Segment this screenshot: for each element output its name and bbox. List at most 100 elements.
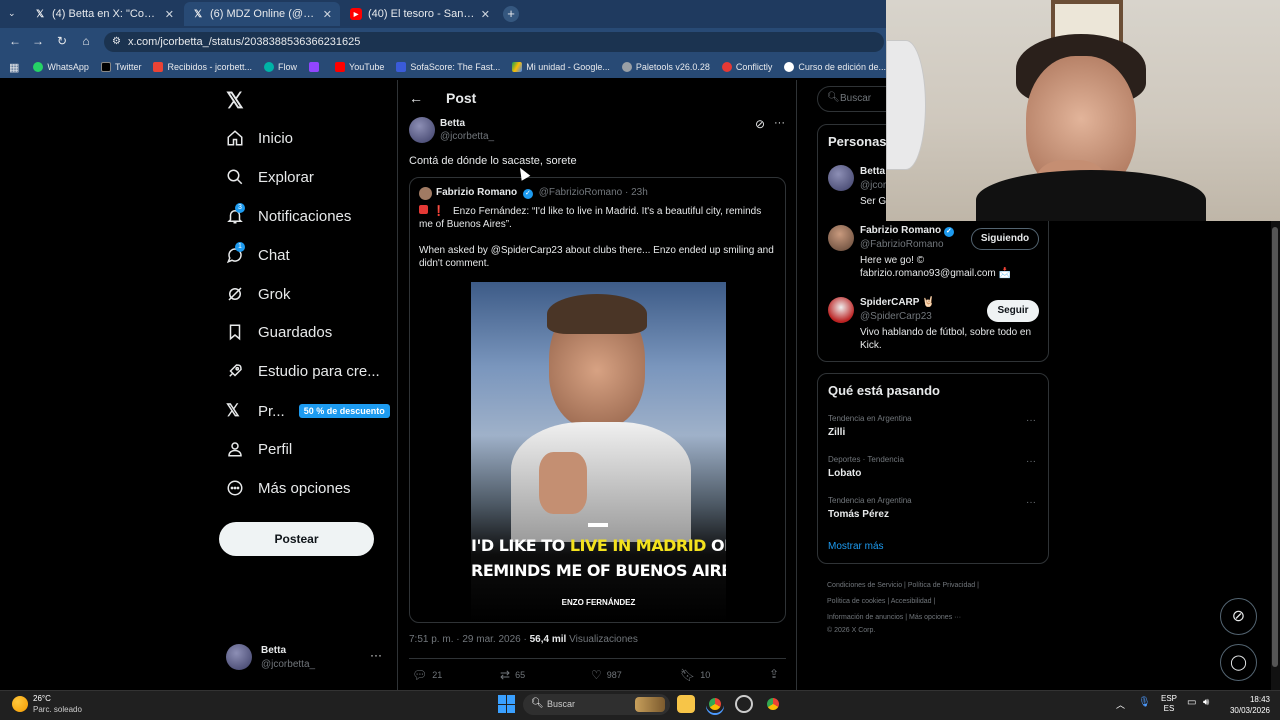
trend-item[interactable]: Deportes · Tendencia Lobato ··· — [818, 453, 1048, 491]
language-indicator[interactable]: ESP ES — [1161, 694, 1177, 714]
close-tab-icon[interactable]: ✕ — [323, 8, 332, 21]
bookmark-whatsapp[interactable]: WhatsApp — [33, 62, 89, 72]
image-caption-line-3: ENZO FERNÁNDEZ — [561, 598, 636, 607]
person-name[interactable]: Fabrizio Romano — [860, 225, 941, 236]
windows-icon — [498, 695, 506, 704]
more-dots-icon[interactable]: ··· — [1026, 456, 1036, 467]
person-name[interactable]: SpiderCARP 🤘🏻 — [860, 297, 935, 308]
avatar[interactable] — [828, 225, 854, 251]
notification-badge: 3 — [235, 203, 245, 213]
more-dots-icon[interactable]: ··· — [370, 648, 382, 662]
tab-youtube[interactable]: ▶ (40) El tesoro - Santiago Motori ✕ — [342, 2, 498, 26]
more-dots-icon[interactable]: ··· — [1026, 497, 1036, 508]
reload-icon[interactable]: ↻ — [55, 34, 69, 48]
site-info-icon[interactable]: ⚙ — [112, 32, 121, 52]
post-timestamp[interactable]: 7:51 p. m. · 29 mar. 2026 · — [409, 634, 530, 645]
nav-item-estudio[interactable]: Estudio para cre... — [226, 362, 380, 380]
show-more-link[interactable]: Mostrar más — [828, 541, 884, 552]
footer-link[interactable]: Política de cookies — [827, 598, 885, 605]
post-button[interactable]: Postear — [219, 522, 374, 556]
nav-item-chat[interactable]: 1 Chat — [226, 242, 290, 264]
messages-fab[interactable]: ◯ — [1220, 644, 1257, 681]
trend-item[interactable]: Tendencia en Argentina Zilli ··· — [818, 412, 1048, 450]
new-tab-button[interactable]: + — [503, 6, 519, 22]
forward-icon[interactable]: → — [31, 34, 45, 48]
account-switcher[interactable]: Betta @jcorbetta_ ··· — [226, 644, 386, 674]
x-logo-icon[interactable]: 𝕏 — [226, 88, 244, 114]
sofascore-taskbar-icon[interactable] — [735, 695, 753, 713]
bookmark-youtube[interactable]: YouTube — [335, 62, 384, 72]
bookmark-button[interactable]: 🔖︎ 10 — [680, 668, 710, 682]
exclamation-icon: ❗ — [432, 206, 446, 217]
nav-item-inicio[interactable]: Inicio — [226, 129, 293, 147]
bookmark-flow[interactable]: Flow — [264, 62, 297, 72]
quoted-post[interactable]: Fabrizio Romano ✓ @FabrizioRomano · 23h … — [409, 177, 786, 623]
post-author-name[interactable]: Betta — [440, 118, 465, 129]
start-button[interactable] — [498, 695, 516, 713]
bookmark-conflictly[interactable]: Conflictly — [721, 62, 772, 72]
close-tab-icon[interactable]: ✕ — [481, 8, 490, 21]
network-icon[interactable]: ▭ — [1187, 697, 1196, 708]
bookmark-gmail[interactable]: Recibidos - jcorbett... — [153, 62, 252, 72]
tab-list-button[interactable]: ⌄ — [8, 8, 16, 19]
more-dots-icon[interactable]: ··· — [774, 117, 785, 129]
nav-item-grok[interactable]: Grok — [226, 285, 291, 303]
bookmark-paletools[interactable]: Paletools v26.0.28 — [621, 62, 710, 72]
verified-icon: ✓ — [943, 227, 954, 237]
nav-item-explorar[interactable]: Explorar — [226, 168, 314, 186]
nav-item-guardados[interactable]: Guardados — [226, 323, 332, 341]
tab-betta[interactable]: 𝕏 (4) Betta en X: "Contá de dónde ✕ — [26, 2, 182, 26]
reply-button[interactable]: 💬︎ 21 — [412, 668, 442, 682]
bookmark-twitter[interactable]: Twitter — [100, 62, 141, 72]
back-icon[interactable]: ← — [8, 34, 22, 48]
close-tab-icon[interactable]: ✕ — [165, 8, 174, 21]
weather-widget[interactable]: 26°C Parc. soleado — [12, 693, 122, 717]
verified-icon: ✓ — [522, 189, 533, 199]
avatar[interactable] — [409, 117, 435, 143]
footer-link[interactable]: Información de anuncios — [827, 614, 903, 621]
tray-overflow-icon[interactable]: ︿ — [1116, 698, 1125, 711]
follow-button[interactable]: Seguir — [987, 300, 1039, 322]
clock[interactable]: 18:43 30/03/2026 — [1218, 694, 1270, 716]
scrollbar-track[interactable] — [1271, 221, 1280, 690]
bookmark-drive[interactable]: Mi unidad - Google... — [512, 62, 610, 72]
nav-item-premium[interactable]: 𝕏 Pr... 50 % de descuento — [226, 401, 390, 421]
post-author-handle[interactable]: @jcorbetta_ — [440, 131, 494, 142]
bookmark-sofascore[interactable]: SofaScore: The Fast... — [396, 62, 500, 72]
trend-item[interactable]: Tendencia en Argentina Tomás Pérez ··· — [818, 494, 1048, 532]
nav-item-notificaciones[interactable]: 3 Notificaciones — [226, 203, 351, 225]
nav-item-mas-opciones[interactable]: Más opciones — [226, 479, 351, 497]
like-button[interactable]: ♡ 987 — [591, 668, 622, 682]
youtube-icon — [335, 62, 346, 72]
footer-link[interactable]: Más opciones ··· — [909, 614, 961, 621]
share-icon[interactable]: ⇪ — [769, 667, 779, 681]
home-browser-icon[interactable]: ⌂ — [79, 34, 93, 48]
taskbar-search[interactable]: 🔍︎ Buscar — [523, 694, 670, 715]
more-dots-icon[interactable]: ··· — [1026, 415, 1036, 426]
avatar — [226, 644, 252, 670]
footer-link[interactable]: Condiciones de Servicio — [827, 582, 902, 589]
repost-button[interactable]: ⇄ 65 — [500, 668, 525, 682]
back-arrow-icon[interactable]: ← — [409, 90, 423, 106]
volume-icon[interactable]: 🔊︎ — [1203, 697, 1209, 708]
grok-icon[interactable]: ⊘ — [755, 117, 765, 131]
file-explorer-icon[interactable] — [677, 695, 695, 713]
person-name[interactable]: Betta — [860, 166, 885, 177]
nav-item-perfil[interactable]: Perfil — [226, 440, 292, 458]
following-button[interactable]: Siguiendo — [971, 228, 1039, 250]
address-bar[interactable]: ⚙ x.com/jcorbetta_/status/20383885363662… — [104, 32, 884, 52]
footer-link[interactable]: Accesibilidad — [891, 598, 932, 605]
footer-link[interactable]: Política de Privacidad — [908, 582, 975, 589]
scrollbar-thumb[interactable] — [1272, 227, 1278, 667]
grok-fab[interactable]: ⊘ — [1220, 598, 1257, 635]
chrome-icon[interactable] — [706, 695, 724, 713]
avatar[interactable] — [828, 297, 854, 323]
apps-grid-icon[interactable]: ▦ — [9, 61, 19, 74]
microphone-icon[interactable]: 🎙︎ — [1138, 697, 1151, 708]
chrome-profile-icon[interactable] — [764, 695, 782, 713]
quote-image[interactable]: I'D LIKE TO LIVE IN MADRID ONE DAY, REMI… — [471, 282, 726, 622]
avatar[interactable] — [828, 165, 854, 191]
tab-mdz[interactable]: 𝕏 (6) MDZ Online (@mdzol) / X ✕ — [184, 2, 340, 26]
bookmark-twitch[interactable] — [309, 62, 323, 72]
bookmark-curso[interactable]: Curso de edición de... — [784, 62, 886, 72]
